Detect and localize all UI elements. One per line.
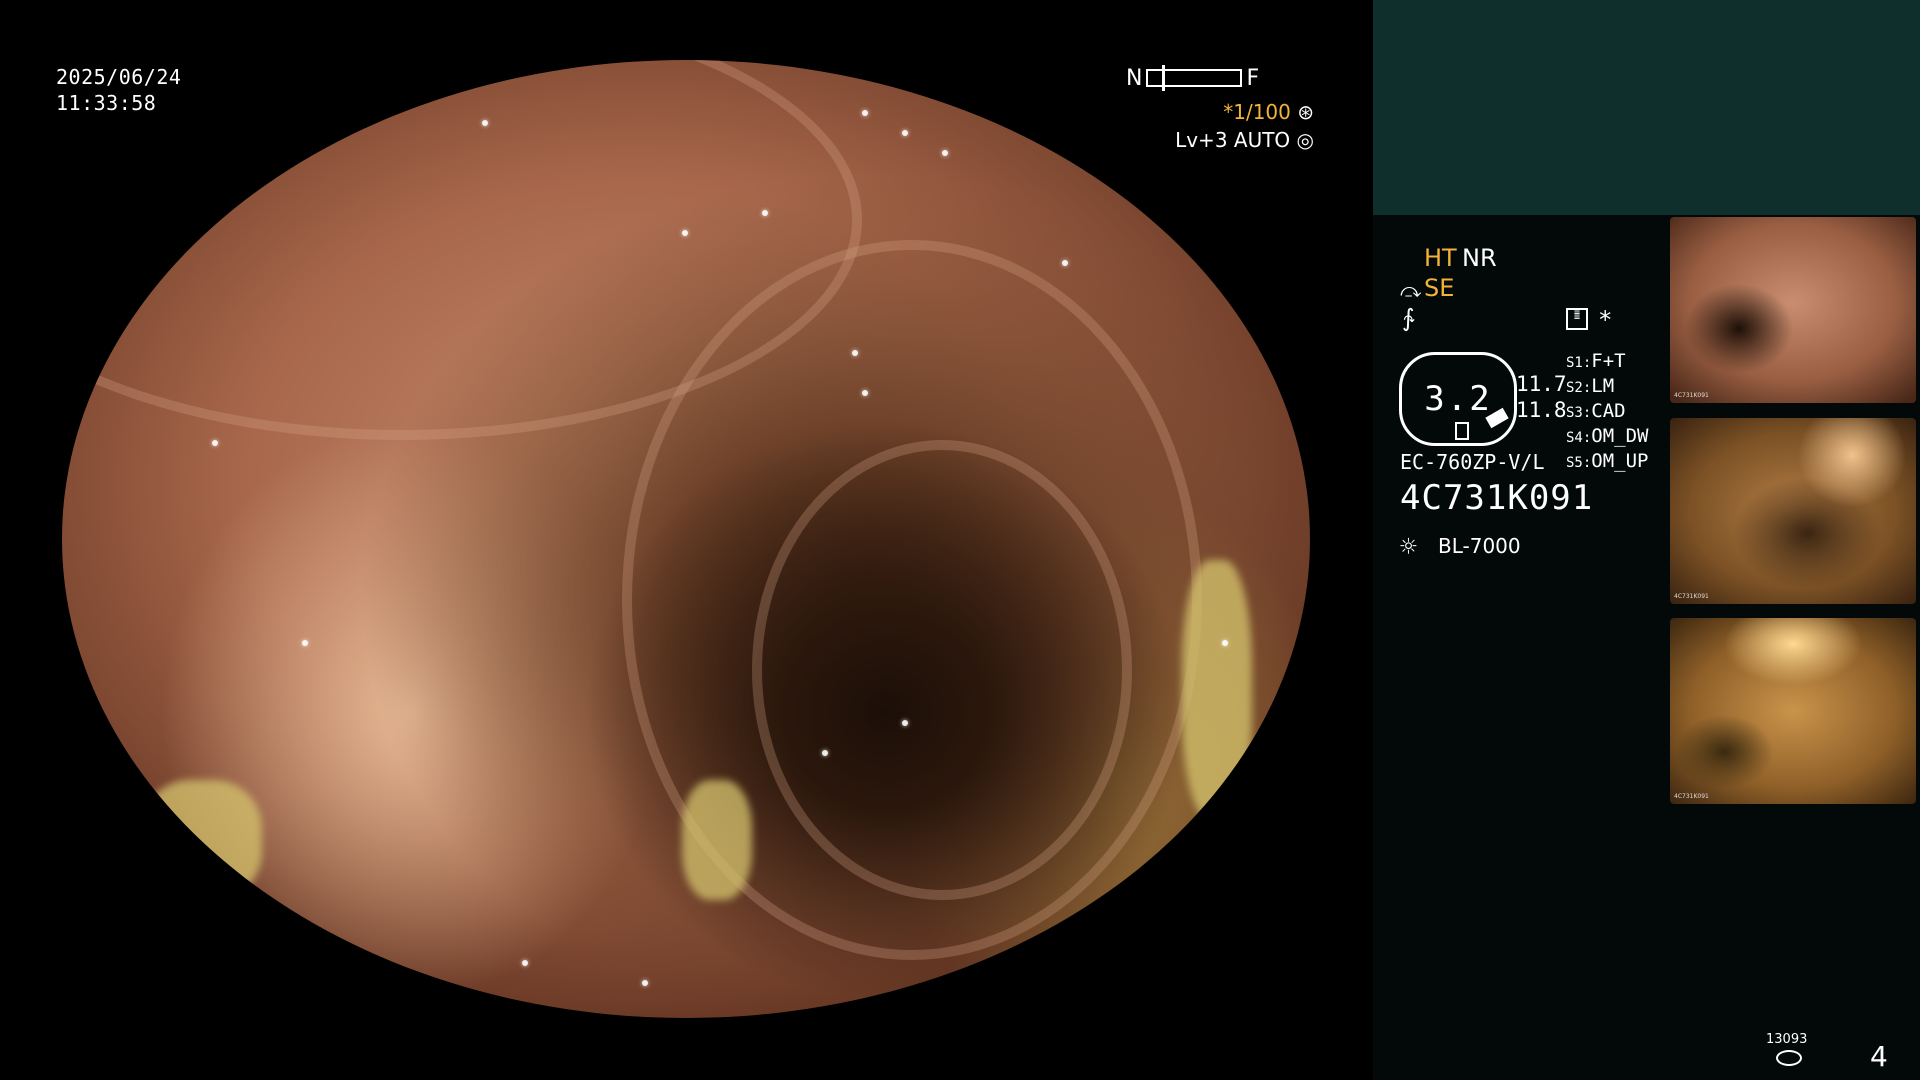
near-far-scale: N F bbox=[1126, 65, 1260, 91]
capture-thumbnail[interactable]: 4C731K091 bbox=[1670, 217, 1916, 403]
s4-setting: S4:OM_DW bbox=[1566, 425, 1649, 447]
specular-highlight bbox=[482, 120, 488, 126]
storage-icon bbox=[1776, 1050, 1802, 1066]
iris-icon: ◎ bbox=[1296, 128, 1314, 152]
brightness-level: Lv+3 AUTO ◎ bbox=[1175, 128, 1314, 152]
specular-highlight bbox=[862, 390, 868, 396]
specular-highlight bbox=[642, 980, 648, 986]
debris-patch bbox=[1182, 560, 1252, 820]
s4-key: S4: bbox=[1566, 430, 1592, 446]
thumbnail-serial: 4C731K091 bbox=[1674, 392, 1709, 399]
mucosal-fold bbox=[752, 440, 1132, 900]
specular-highlight bbox=[902, 130, 908, 136]
s2-setting: S2:LM bbox=[1566, 375, 1614, 397]
s2-value: LM bbox=[1591, 375, 1615, 397]
s3-setting: S3:CAD bbox=[1566, 400, 1626, 422]
specular-highlight bbox=[522, 960, 528, 966]
specular-highlight bbox=[1062, 260, 1068, 266]
specular-highlight bbox=[822, 750, 828, 756]
focus-bar bbox=[1146, 65, 1243, 91]
scope-serial: 4C731K091 bbox=[1400, 478, 1594, 518]
menu-icon: ≡ ≡ bbox=[1566, 308, 1588, 330]
s1-key: S1: bbox=[1566, 355, 1592, 371]
specular-highlight bbox=[302, 640, 308, 646]
info-panel-top bbox=[1373, 0, 1920, 215]
specular-highlight bbox=[392, 96, 398, 102]
s1-value: F+T bbox=[1591, 350, 1626, 372]
light-source-icon: ☼ bbox=[1400, 530, 1417, 563]
structure-enhance-icon: ⤼ bbox=[1400, 278, 1422, 302]
shutter-speed: *1/100 ⊛ bbox=[1223, 100, 1314, 124]
near-label: N bbox=[1126, 65, 1143, 91]
capture-thumbnail[interactable]: 4C731K091 bbox=[1670, 418, 1916, 604]
specular-highlight bbox=[1222, 640, 1228, 646]
endoscope-view bbox=[62, 60, 1310, 1018]
se-label: SE bbox=[1424, 274, 1455, 302]
s3-key: S3: bbox=[1566, 405, 1592, 421]
specular-highlight bbox=[862, 110, 868, 116]
page-number: 4 bbox=[1870, 1040, 1888, 1073]
specular-highlight bbox=[682, 230, 688, 236]
s4-value: OM_DW bbox=[1591, 425, 1649, 447]
thumbnail-serial: 4C731K091 bbox=[1674, 793, 1709, 800]
zoom-marker-icon bbox=[1455, 422, 1469, 440]
capture-thumbnail[interactable]: 4C731K091 bbox=[1670, 618, 1916, 804]
ht-label: HT bbox=[1424, 244, 1457, 272]
s2-key: S2: bbox=[1566, 380, 1592, 396]
color-mode-icon: ∱ bbox=[1402, 304, 1415, 332]
shutter-value: *1/100 bbox=[1223, 100, 1291, 124]
zoom-value: 3.2 bbox=[1424, 379, 1492, 419]
debris-patch bbox=[682, 780, 752, 900]
scope-model: EC-760ZP-V/L bbox=[1400, 450, 1545, 474]
nr-label: NR bbox=[1462, 244, 1497, 272]
light-source-label: BL-7000 bbox=[1438, 534, 1521, 558]
debris-patch bbox=[142, 780, 262, 900]
specular-highlight bbox=[852, 350, 858, 356]
s3-value: CAD bbox=[1591, 400, 1626, 422]
image-count: 13093 bbox=[1766, 1032, 1808, 1047]
s5-setting: S5:OM_UP bbox=[1566, 450, 1649, 472]
specular-highlight bbox=[212, 440, 218, 446]
s1-setting: S1:F+T bbox=[1566, 350, 1626, 372]
thumbnail-serial: 4C731K091 bbox=[1674, 593, 1709, 600]
far-label: F bbox=[1246, 65, 1260, 91]
s5-key: S5: bbox=[1566, 455, 1592, 471]
param-value-1: 11.7 bbox=[1516, 372, 1567, 396]
specular-highlight bbox=[942, 150, 948, 156]
time-display: 11:33:58 bbox=[56, 91, 157, 115]
specular-highlight bbox=[1042, 960, 1048, 966]
aperture-icon: ⊛ bbox=[1297, 100, 1314, 124]
date-display: 2025/06/24 bbox=[56, 65, 182, 89]
s5-value: OM_UP bbox=[1591, 450, 1649, 472]
level-value: Lv+3 AUTO bbox=[1175, 128, 1291, 152]
specular-highlight bbox=[902, 720, 908, 726]
specular-highlight bbox=[762, 210, 768, 216]
star-marker: * bbox=[1598, 306, 1613, 334]
param-value-2: 11.8 bbox=[1516, 398, 1567, 422]
